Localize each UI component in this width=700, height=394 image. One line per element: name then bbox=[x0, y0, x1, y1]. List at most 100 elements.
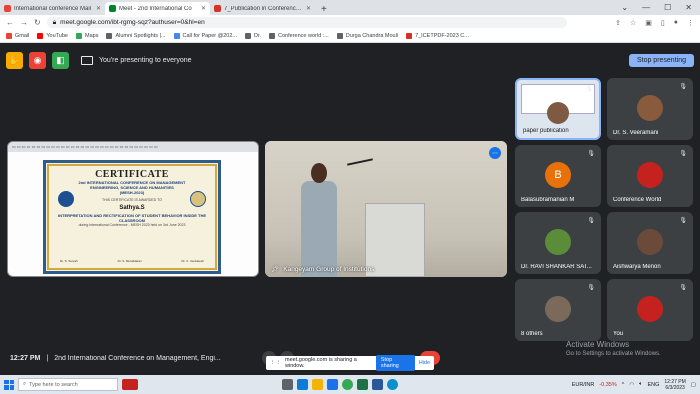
volume-icon[interactable]: 🔈︎ bbox=[639, 381, 642, 388]
avatar bbox=[545, 229, 571, 255]
maximize-icon[interactable]: ☐ bbox=[664, 3, 671, 12]
mic-off-icon: 🎙︎ bbox=[679, 84, 687, 90]
url-input[interactable]: 🔒︎ meet.google.com/ibt-rgmg-sqz?authuser… bbox=[46, 17, 567, 28]
avatar bbox=[637, 229, 663, 255]
extensions-icon[interactable]: ▣ bbox=[645, 19, 652, 27]
signature: Dr. C. Venkatesh bbox=[181, 259, 204, 263]
bookmark-icon bbox=[37, 33, 44, 39]
pin-icon[interactable]: 📌︎ bbox=[271, 265, 279, 273]
bookmark-icon bbox=[336, 33, 343, 39]
participant-name: Balasubramanian M bbox=[521, 197, 575, 203]
avatar: B bbox=[545, 162, 571, 188]
mic-off-icon: 🎙︎ bbox=[679, 218, 687, 224]
bookmark-item[interactable]: Gmail bbox=[6, 33, 29, 39]
file-explorer-icon[interactable] bbox=[312, 379, 323, 390]
profile-icon[interactable]: ● bbox=[674, 19, 678, 27]
sidebar-icon[interactable]: ▯ bbox=[661, 19, 665, 27]
tab-publication[interactable]: 7_Publication in Conference pro ✕ bbox=[210, 2, 315, 15]
gmail-icon bbox=[4, 5, 11, 12]
avatar bbox=[637, 296, 663, 322]
edge-icon[interactable] bbox=[297, 379, 308, 390]
bookmark-item[interactable]: YouTube bbox=[37, 33, 68, 39]
bookmark-label: Dr. bbox=[254, 33, 262, 39]
shared-window-chrome: ▭ ▭ ▭ ▭ ▭ ▭ ▭ ▭ ▭ ▭ ▭ ▭ ▭ ▭ ▭ ▭ ▭ ▭ ▭ ▭ … bbox=[8, 142, 258, 152]
separator: | bbox=[46, 354, 49, 362]
back-icon[interactable]: ← bbox=[6, 18, 14, 27]
bookmark-item[interactable]: Dr. bbox=[245, 33, 261, 39]
bookmark-icon bbox=[269, 33, 276, 39]
drag-handle-icon[interactable]: ⋮⋮ bbox=[270, 360, 281, 366]
mic-off-icon: 🎙︎ bbox=[679, 151, 687, 157]
bookmark-item[interactable]: Maps bbox=[76, 33, 98, 39]
taskbar-search-input[interactable]: ⌕ Type here to search bbox=[18, 378, 118, 391]
close-icon[interactable]: ✕ bbox=[96, 5, 101, 12]
hide-button[interactable]: Hide bbox=[419, 360, 430, 366]
bookmark-icon bbox=[106, 33, 113, 39]
tab-title: International conference Mail bbox=[14, 5, 92, 12]
bookmark-item[interactable]: 7_ICETPDF-2023 C... bbox=[406, 33, 469, 39]
bookmark-item[interactable]: Conference world :... bbox=[269, 33, 329, 39]
bookmark-label: Durga Chandra Mouli bbox=[345, 33, 399, 39]
new-tab-button[interactable]: + bbox=[315, 4, 333, 15]
notifications-icon[interactable]: ▢ bbox=[691, 382, 696, 388]
activities-button[interactable]: ◧ bbox=[52, 51, 69, 69]
reload-icon[interactable]: ↻ bbox=[34, 18, 41, 27]
participant-tile[interactable]: 🎙︎ Dr. S. Veeramani bbox=[607, 78, 693, 140]
taskbar-clock[interactable]: 12:27 PM 6/3/2023 bbox=[664, 379, 685, 391]
chevron-up-icon[interactable]: ^ bbox=[622, 382, 625, 388]
present-screen-icon bbox=[81, 55, 93, 65]
bookmark-label: Alumni Spotlights |... bbox=[115, 33, 166, 39]
bookmark-icon bbox=[173, 33, 180, 39]
participant-tile[interactable]: 🎙︎ Aishwarya Menon bbox=[607, 212, 693, 274]
chrome-icon[interactable] bbox=[342, 379, 353, 390]
camera-tile[interactable]: ⋯ 📌︎ Kangeyam Group of Institutions bbox=[265, 141, 507, 277]
stop-presenting-button[interactable]: Stop presenting bbox=[628, 53, 694, 67]
share-icon[interactable]: ⇪ bbox=[615, 19, 621, 27]
edge-browser-icon[interactable] bbox=[387, 379, 398, 390]
close-icon[interactable]: ✕ bbox=[685, 3, 692, 12]
bookmark-icon bbox=[6, 33, 12, 39]
store-icon[interactable] bbox=[327, 379, 338, 390]
participant-tile[interactable]: 🎙︎ paper publication bbox=[515, 78, 601, 140]
minimize-icon[interactable]: — bbox=[642, 3, 650, 12]
bookmark-item[interactable]: Alumni Spotlights |... bbox=[106, 33, 166, 39]
participant-tile[interactable]: 🎙︎ Dr. RAVI SHANKAR SAT... bbox=[515, 212, 601, 274]
close-icon[interactable]: ✕ bbox=[306, 5, 311, 12]
task-view-icon[interactable] bbox=[282, 379, 293, 390]
menu-icon[interactable]: ⋮ bbox=[687, 19, 694, 27]
bookmark-item[interactable]: Durga Chandra Mouli bbox=[336, 33, 399, 39]
participant-tile[interactable]: 🎙︎ You bbox=[607, 279, 693, 341]
stop-sharing-button[interactable]: Stop sharing bbox=[375, 355, 415, 371]
participant-name: You bbox=[613, 331, 624, 337]
avatar bbox=[637, 95, 663, 121]
gmail-icon bbox=[214, 5, 221, 12]
participant-tile[interactable]: B 🎙︎ Balasubramanian M bbox=[515, 145, 601, 207]
excel-icon[interactable] bbox=[357, 379, 368, 390]
bookmark-label: 7_ICETPDF-2023 C... bbox=[415, 33, 469, 39]
word-icon[interactable] bbox=[372, 379, 383, 390]
mic-off-icon: 🎙︎ bbox=[587, 218, 595, 224]
chevron-down-icon[interactable]: ⌄ bbox=[621, 3, 628, 12]
close-icon[interactable]: ✕ bbox=[201, 5, 206, 12]
avatar bbox=[637, 162, 663, 188]
windows-start-icon[interactable] bbox=[4, 379, 14, 390]
tab-mail[interactable]: International conference Mail ✕ bbox=[0, 2, 105, 15]
certificate-event: during International Conference - MESH 2… bbox=[78, 222, 186, 227]
participant-tile[interactable]: 🎙︎ Conference World bbox=[607, 145, 693, 207]
forward-icon[interactable]: → bbox=[20, 18, 28, 27]
participant-name: Aishwarya Menon bbox=[613, 264, 661, 270]
participant-tile[interactable]: 🎙︎ 8 others bbox=[515, 279, 601, 341]
bookmark-label: YouTube bbox=[46, 33, 68, 39]
record-button[interactable]: ◉ bbox=[29, 51, 46, 69]
hand-raise-button[interactable]: ✋ bbox=[6, 51, 23, 69]
bookmark-item[interactable]: Call for Paper @202... bbox=[173, 33, 237, 39]
star-icon[interactable]: ☆ bbox=[630, 19, 636, 27]
tab-title: Meet - 2nd International Co bbox=[119, 5, 192, 12]
speaking-indicator-icon: ⋯ bbox=[489, 147, 501, 159]
participant-name: Conference World bbox=[613, 197, 662, 203]
activate-windows-title: Activate Windows bbox=[566, 340, 630, 349]
tab-title: 7_Publication in Conference pro bbox=[224, 5, 303, 12]
shared-screen-tile[interactable]: ▭ ▭ ▭ ▭ ▭ ▭ ▭ ▭ ▭ ▭ ▭ ▭ ▭ ▭ ▭ ▭ ▭ ▭ ▭ ▭ … bbox=[7, 141, 259, 277]
tab-meet[interactable]: Meet - 2nd International Co ✕ bbox=[105, 2, 210, 15]
language-label[interactable]: ENG bbox=[647, 382, 659, 388]
